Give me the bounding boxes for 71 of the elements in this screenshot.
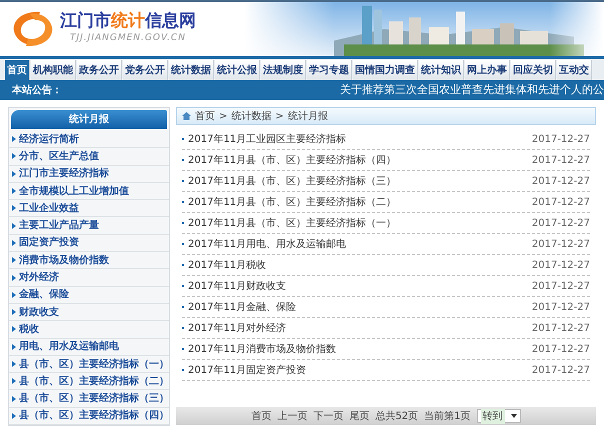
sidebar-item[interactable]: 县（市、区）主要经济指标（二） bbox=[9, 373, 169, 390]
article-date: 2017-12-27 bbox=[532, 364, 590, 378]
article-date: 2017-12-27 bbox=[532, 258, 590, 272]
breadcrumb-link[interactable]: 首页 bbox=[195, 108, 215, 124]
sidebar-item[interactable]: 经济运行简析 bbox=[9, 131, 169, 148]
site-title: 江门市统计信息网 bbox=[60, 12, 196, 30]
article-date: 2017-12-27 bbox=[532, 342, 590, 356]
nav-tab[interactable]: 学习专题 bbox=[307, 60, 352, 80]
article-date: 2017-12-27 bbox=[532, 196, 590, 210]
article-link[interactable]: 2017年11月财政收支 bbox=[182, 278, 286, 294]
article-date: 2017-12-27 bbox=[532, 216, 590, 230]
sidebar-item[interactable]: 金融、保险 bbox=[9, 286, 169, 304]
page-link[interactable]: 尾页 bbox=[349, 408, 370, 424]
sidebar-item[interactable]: 税收 bbox=[9, 321, 169, 339]
article-date: 2017-12-27 bbox=[532, 280, 590, 294]
sidebar-item[interactable]: 财政收支 bbox=[9, 304, 169, 322]
notice-link[interactable]: 关于推荐第三次全国农业普查先进集体和先进个人的公 bbox=[340, 82, 604, 98]
page-link[interactable]: 首页 bbox=[251, 408, 272, 424]
article-date: 2017-12-27 bbox=[532, 322, 590, 336]
sidebar-item[interactable]: 县（市、区）主要经济指标（三） bbox=[9, 390, 169, 408]
breadcrumb-separator: > bbox=[219, 110, 228, 124]
page-link[interactable]: 下一页 bbox=[313, 408, 344, 424]
nav-tab[interactable]: 法规制度 bbox=[261, 60, 306, 80]
article-link[interactable]: 2017年11月用电、用水及运输邮电 bbox=[182, 236, 346, 252]
nav-tab[interactable]: 统计知识 bbox=[419, 60, 464, 80]
breadcrumb-link[interactable]: 统计月报 bbox=[288, 108, 328, 124]
notice-label: 本站公告： bbox=[12, 84, 62, 98]
sidebar-item[interactable]: 固定资产投资 bbox=[9, 234, 169, 252]
article-link[interactable]: 2017年11月县（市、区）主要经济指标（三） bbox=[182, 174, 396, 188]
article-link[interactable]: 2017年11月县（市、区）主要经济指标（二） bbox=[182, 194, 396, 210]
article-link[interactable]: 2017年11月固定资产投资 bbox=[182, 362, 306, 378]
page-info: 当前第1页 bbox=[424, 410, 471, 424]
nav-tab[interactable]: 党务公开 bbox=[123, 60, 168, 80]
article-link[interactable]: 2017年11月工业园区主要经济指标 bbox=[182, 132, 346, 146]
page-link[interactable]: 上一页 bbox=[277, 408, 308, 424]
article-link[interactable]: 2017年11月税收 bbox=[182, 258, 266, 272]
article-date: 2017-12-27 bbox=[532, 174, 590, 188]
nav-tab[interactable]: 统计公报 bbox=[215, 60, 260, 80]
sidebar-item[interactable]: 全市规模以上工业增加值 bbox=[9, 182, 169, 200]
page-info: 总共52页 bbox=[375, 410, 418, 424]
article-date: 2017-12-27 bbox=[532, 154, 590, 168]
nav-tab[interactable]: 首页 bbox=[5, 60, 30, 80]
nav-tab[interactable]: 机构职能 bbox=[31, 60, 76, 80]
article-date: 2017-12-27 bbox=[532, 238, 590, 252]
sidebar-item[interactable]: 用电、用水及运输邮电 bbox=[9, 338, 169, 356]
article-link[interactable]: 2017年11月县（市、区）主要经济指标（四） bbox=[182, 152, 396, 168]
nav-tab[interactable]: 政务公开 bbox=[77, 60, 122, 80]
breadcrumb-separator: > bbox=[275, 110, 284, 124]
sidebar-item[interactable]: 主要工业产品产量 bbox=[9, 217, 169, 235]
sidebar-item[interactable]: 县（市、区）主要经济指标（四） bbox=[9, 408, 169, 426]
article-link[interactable]: 2017年11月消费市场及物价指数 bbox=[182, 342, 336, 356]
sidebar-item[interactable]: 工业企业效益 bbox=[9, 200, 169, 218]
article-date: 2017-12-27 bbox=[532, 132, 590, 146]
sidebar-item[interactable]: 消费市场及物价指数 bbox=[9, 252, 169, 270]
article-date: 2017-12-27 bbox=[532, 300, 590, 314]
article-link[interactable]: 2017年11月对外经济 bbox=[182, 320, 286, 336]
sidebar-item[interactable]: 分市、区生产总值 bbox=[9, 148, 169, 166]
nav-tab[interactable]: 统计数据 bbox=[169, 60, 214, 80]
nav-tab[interactable]: 国情国力调查 bbox=[353, 60, 418, 80]
nav-tab[interactable]: 网上办事 bbox=[465, 60, 510, 80]
site-domain: TJJ.JIANGMEN.GOV.CN bbox=[69, 32, 187, 45]
sidebar-item[interactable]: 江门市主要经济指标 bbox=[9, 166, 169, 183]
breadcrumb-link[interactable]: 统计数据 bbox=[231, 108, 272, 124]
article-link[interactable]: 2017年11月金融、保险 bbox=[182, 300, 296, 314]
sidebar-title: 统计月报 bbox=[11, 110, 167, 129]
jump-select[interactable]: 转到 bbox=[476, 409, 521, 423]
nav-tab[interactable]: 回应关切 bbox=[511, 60, 556, 80]
sidebar-item[interactable]: 县（市、区）主要经济指标（一） bbox=[9, 356, 169, 374]
sidebar-item[interactable]: 对外经济 bbox=[9, 269, 169, 287]
nav-tab[interactable]: 互动交 bbox=[557, 60, 592, 80]
article-link[interactable]: 2017年11月县（市、区）主要经济指标（一） bbox=[182, 216, 396, 230]
